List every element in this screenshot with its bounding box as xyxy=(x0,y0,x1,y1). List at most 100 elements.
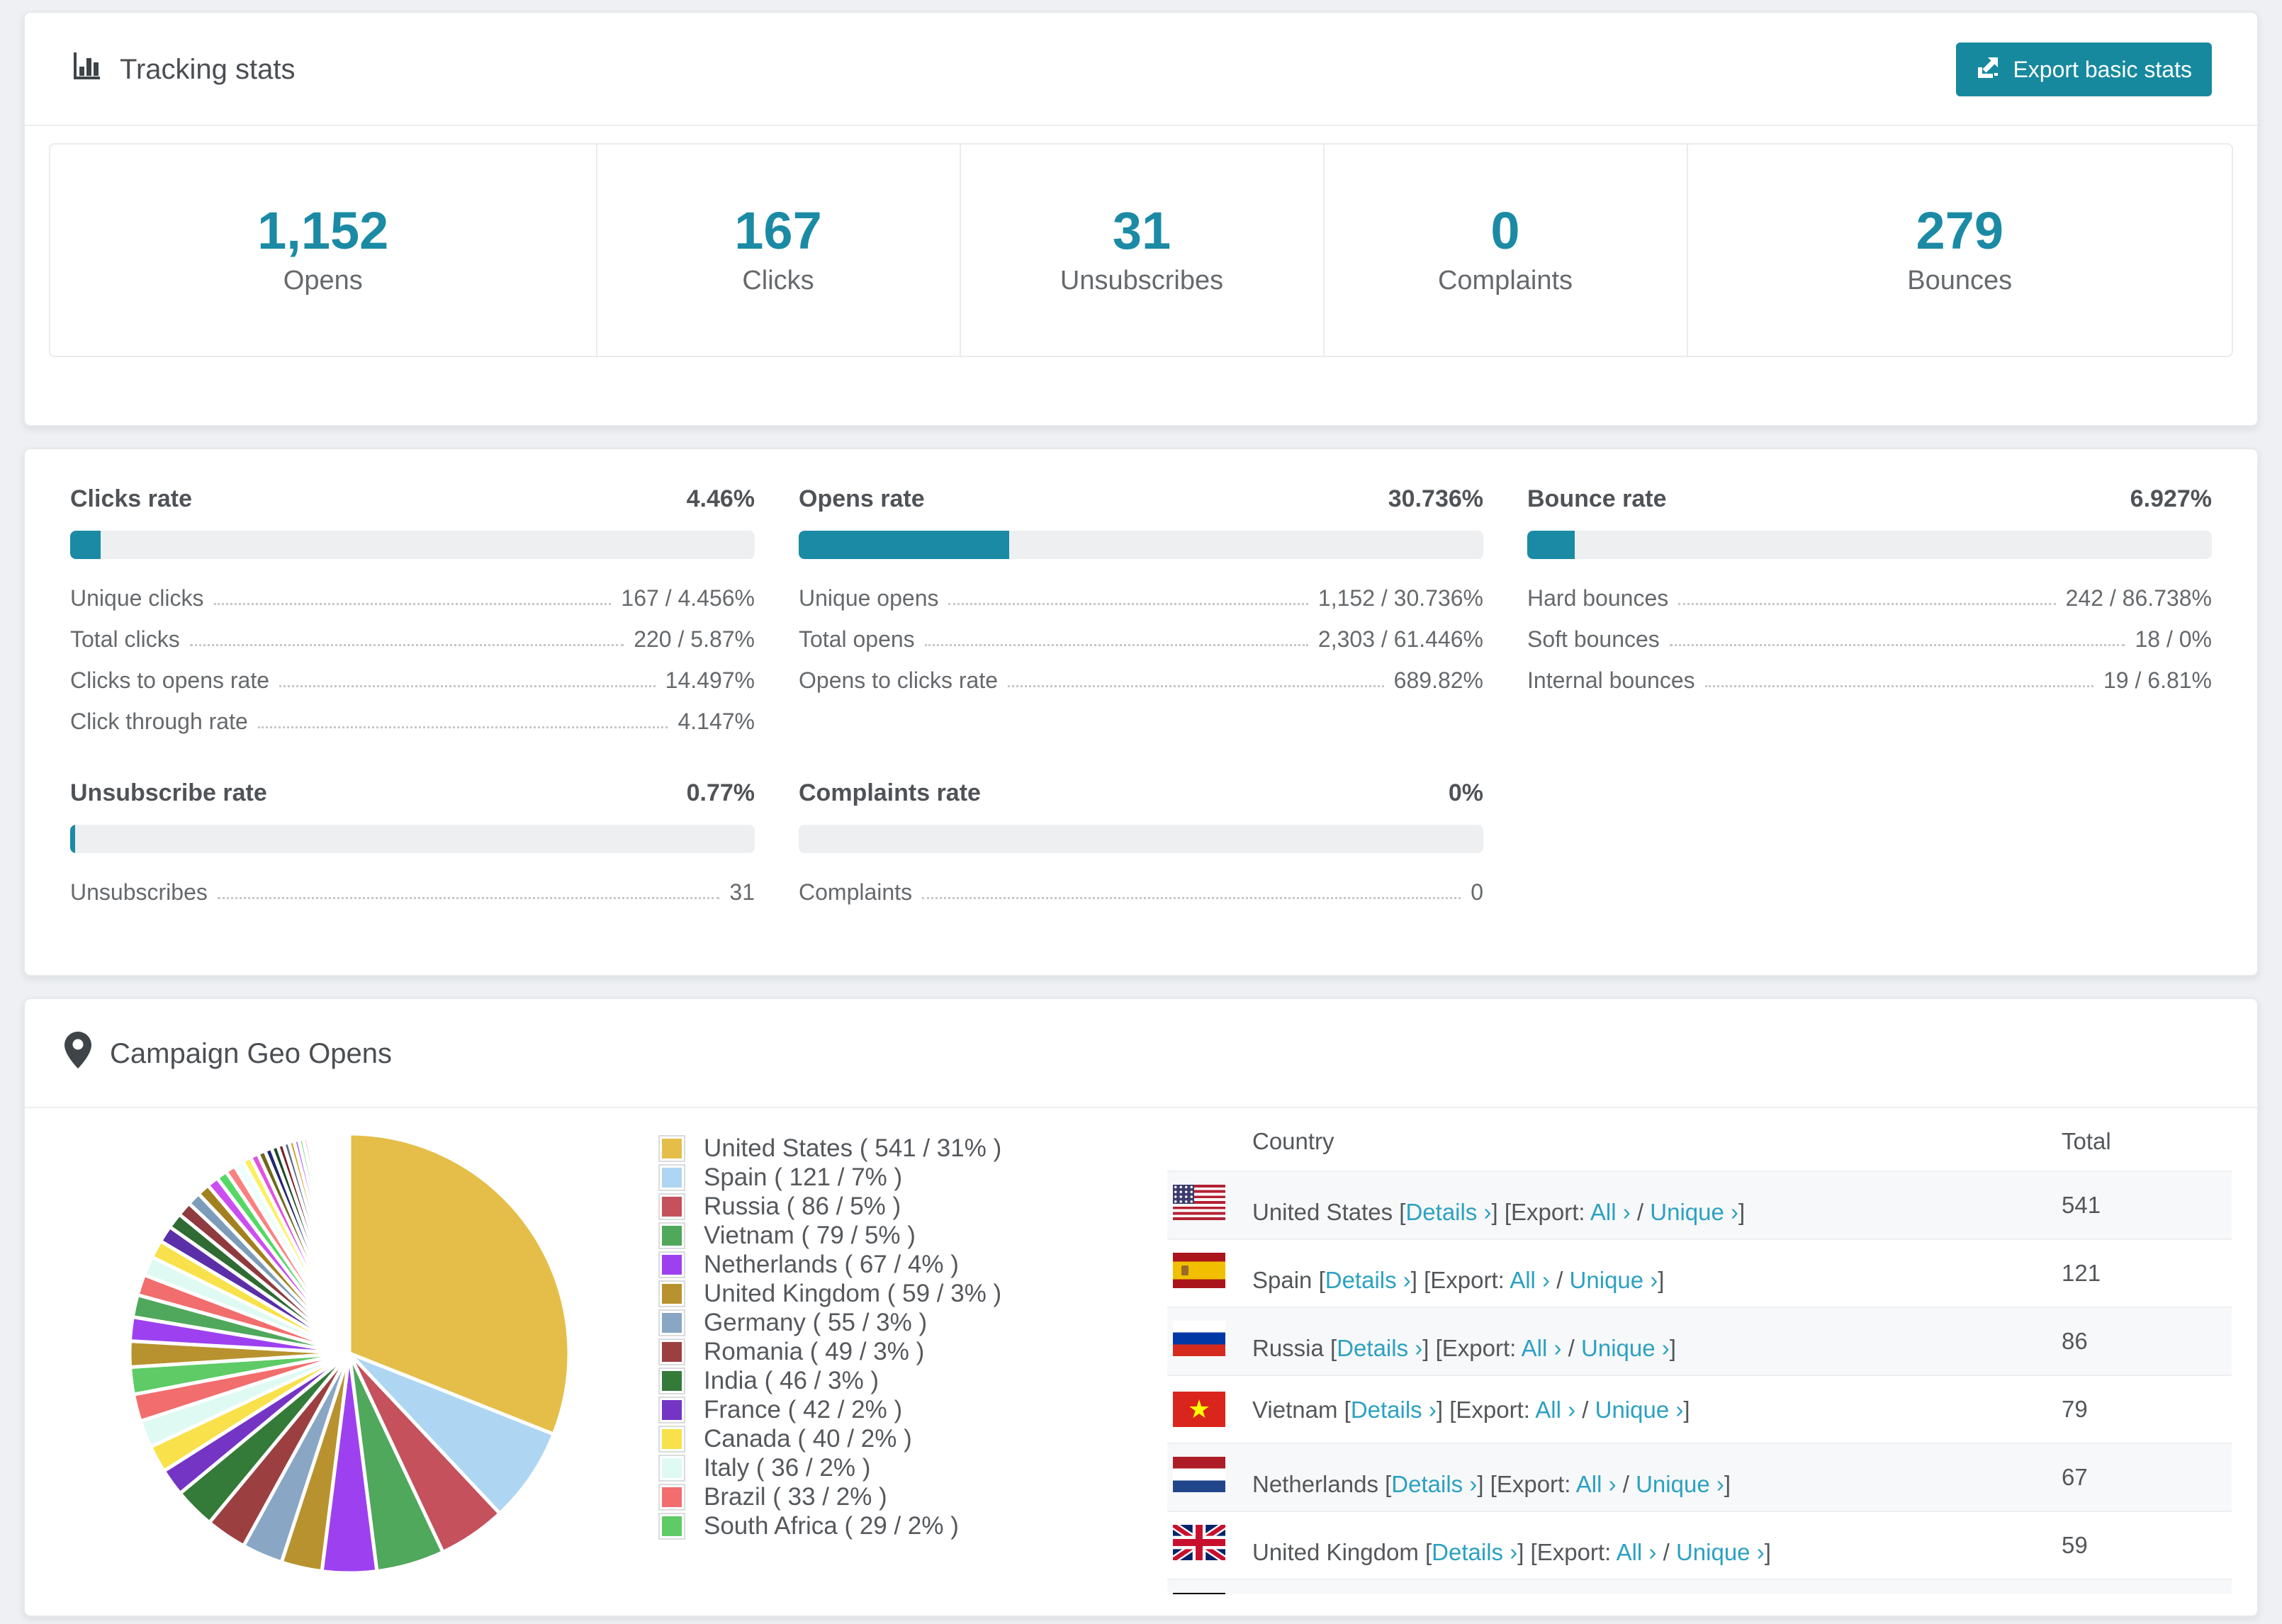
bracket: [ xyxy=(1344,1397,1351,1423)
metric-label: Unique clicks xyxy=(70,585,204,611)
export-icon xyxy=(1976,54,2001,85)
legend-label: Spain ( 121 / 7% ) xyxy=(704,1163,903,1191)
legend-label: Vietnam ( 79 / 5% ) xyxy=(704,1222,916,1249)
details-link[interactable]: Details › xyxy=(1391,1471,1477,1497)
legend-swatch xyxy=(660,1137,684,1161)
legend-item[interactable]: Netherlands ( 67 / 4% ) xyxy=(660,1252,1156,1277)
bracket: ] xyxy=(1517,1539,1524,1565)
rate-progress-bar xyxy=(1527,531,2212,559)
export-all-link[interactable]: All › xyxy=(1510,1267,1550,1293)
legend-item[interactable]: United Kingdom ( 59 / 3% ) xyxy=(660,1280,1156,1307)
export-unique-link[interactable]: Unique › xyxy=(1676,1539,1765,1565)
legend-label: United Kingdom ( 59 / 3% ) xyxy=(704,1280,1002,1307)
legend-swatch xyxy=(660,1456,684,1480)
legend-swatch xyxy=(660,1340,684,1364)
country-cell: Spain [Details ›] [Export: All › / Uniqu… xyxy=(1173,1253,2062,1294)
legend-item[interactable]: Canada ( 40 / 2% ) xyxy=(660,1426,1156,1451)
legend-item[interactable]: United States ( 541 / 31% ) xyxy=(660,1136,1156,1161)
metric-label: Unique opens xyxy=(799,585,939,611)
flag-es-icon xyxy=(1173,1253,1225,1288)
metric-value: 2,303 / 61.446% xyxy=(1317,626,1483,652)
bracket: [ xyxy=(1330,1335,1337,1361)
legend-swatch xyxy=(660,1311,684,1335)
stat-cell-unsubscribes: 31 Unsubscribes xyxy=(959,145,1323,356)
slash: / xyxy=(1616,1471,1636,1497)
geo-pie-chart[interactable] xyxy=(64,1118,660,1594)
details-link[interactable]: Details › xyxy=(1432,1539,1517,1565)
legend-swatch xyxy=(660,1427,684,1451)
export-unique-link[interactable]: Unique › xyxy=(1650,1199,1738,1225)
bracket: ] xyxy=(1764,1539,1771,1565)
export-basic-stats-button[interactable]: Export basic stats xyxy=(1956,43,2212,96)
legend-item[interactable]: Russia ( 86 / 5% ) xyxy=(660,1194,1156,1219)
dotted-leader xyxy=(1678,603,2056,605)
stat-label: Opens xyxy=(283,266,363,295)
export-unique-link[interactable]: Unique › xyxy=(1636,1471,1724,1497)
bracket: ] xyxy=(1738,1199,1746,1225)
export-all-link[interactable]: All › xyxy=(1617,1539,1657,1565)
metric-value: 4.147% xyxy=(678,709,755,734)
legend-item[interactable]: Spain ( 121 / 7% ) xyxy=(660,1163,1156,1191)
legend-swatch xyxy=(660,1282,684,1306)
slash: / xyxy=(1575,1397,1595,1423)
metric-row: Unsubscribes 31 xyxy=(70,872,755,913)
export-unique-link[interactable]: Unique › xyxy=(1595,1397,1684,1423)
rate-block-clicks-rate: Clicks rate 4.46% Unique clicks 167 / 4.456… xyxy=(70,485,755,742)
flag-gb-icon xyxy=(1173,1525,1225,1560)
metric-value: 0 xyxy=(1471,879,1483,905)
export-unique-link[interactable]: Unique › xyxy=(1581,1335,1670,1361)
details-link[interactable]: Details › xyxy=(1325,1267,1411,1293)
legend-item[interactable]: South Africa ( 29 / 2% ) xyxy=(660,1513,1156,1538)
stat-cell-opens: 1,152 Opens xyxy=(50,145,596,356)
pie-slice[interactable] xyxy=(346,1132,352,1354)
legend-item[interactable]: France ( 42 / 2% ) xyxy=(660,1397,1156,1422)
export-all-link[interactable]: All › xyxy=(1535,1397,1575,1423)
metric-value: 220 / 5.87% xyxy=(634,626,755,652)
legend-swatch xyxy=(660,1195,684,1219)
geo-table-row: United Kingdom [Details ›] [Export: All … xyxy=(1167,1511,2232,1579)
legend-item[interactable]: Vietnam ( 79 / 5% ) xyxy=(660,1222,1156,1249)
details-link[interactable]: Details › xyxy=(1351,1397,1437,1423)
stat-label: Unsubscribes xyxy=(1060,266,1224,295)
legend-item[interactable]: India ( 46 / 3% ) xyxy=(660,1368,1156,1393)
legend-item[interactable]: Brazil ( 33 / 2% ) xyxy=(660,1484,1156,1509)
rate-block-opens-rate: Opens rate 30.736% Unique opens 1,152 / 30.… xyxy=(799,485,1483,742)
geo-table-row: Russia [Details ›] [Export: All › / Uniq… xyxy=(1167,1307,2232,1375)
geo-opens-header: Campaign Geo Opens xyxy=(25,999,2257,1108)
country-cell: Russia [Details ›] [Export: All › / Uniq… xyxy=(1173,1321,2062,1362)
metric-row: Clicks to opens rate 14.497% xyxy=(70,660,755,701)
export-unique-link[interactable]: Unique › xyxy=(1570,1267,1658,1293)
stat-value: 279 xyxy=(1916,201,2003,260)
bracket: ] xyxy=(1658,1267,1665,1293)
legend-item[interactable]: Italy ( 36 / 2% ) xyxy=(660,1454,1156,1482)
geo-table: Country Total United States [Details ›] … xyxy=(1167,1118,2232,1594)
legend-swatch xyxy=(660,1369,684,1393)
export-all-link[interactable]: All › xyxy=(1590,1199,1631,1225)
summary-stats-row: 1,152 Opens 167 Clicks 31 Unsubscribes 0 Compla… xyxy=(49,143,2233,357)
export-all-link[interactable]: All › xyxy=(1522,1335,1562,1361)
metric-value: 14.497% xyxy=(665,667,755,693)
geo-opens-title: Campaign Geo Opens xyxy=(110,1037,393,1069)
details-link[interactable]: Details › xyxy=(1337,1335,1422,1361)
dotted-leader xyxy=(1704,685,2093,687)
rate-metrics: Unique opens 1,152 / 30.736% Total opens 2,… xyxy=(799,577,1483,701)
rate-progress-bar xyxy=(799,531,1483,559)
export-all-link[interactable]: All › xyxy=(1576,1471,1617,1497)
rate-title: Bounce rate xyxy=(1527,485,1667,512)
geo-opens-body: United States ( 541 / 31% ) Spain ( 121 /… xyxy=(25,1108,2257,1615)
metric-row: Internal bounces 19 / 6.81% xyxy=(1527,660,2212,701)
country-cell: Germany [Details ›] [Export: All › / Uni… xyxy=(1173,1593,2062,1594)
dotted-leader xyxy=(213,603,612,605)
legend-label: Italy ( 36 / 2% ) xyxy=(704,1454,871,1482)
country-name: Russia xyxy=(1252,1335,1324,1361)
metric-label: Internal bounces xyxy=(1527,667,1695,693)
stat-cell-bounces: 279 Bounces xyxy=(1686,145,2232,356)
legend-label: Germany ( 55 / 3% ) xyxy=(704,1309,928,1336)
details-link[interactable]: Details › xyxy=(1405,1199,1491,1225)
legend-label: Romania ( 49 / 3% ) xyxy=(704,1338,925,1365)
legend-item[interactable]: Germany ( 55 / 3% ) xyxy=(660,1309,1156,1336)
legend-item[interactable]: Romania ( 49 / 3% ) xyxy=(660,1338,1156,1365)
total-cell: 67 xyxy=(2062,1464,2088,1490)
bracket: ] xyxy=(1669,1335,1676,1361)
rates-card: Clicks rate 4.46% Unique clicks 167 / 4.456… xyxy=(23,448,2259,976)
